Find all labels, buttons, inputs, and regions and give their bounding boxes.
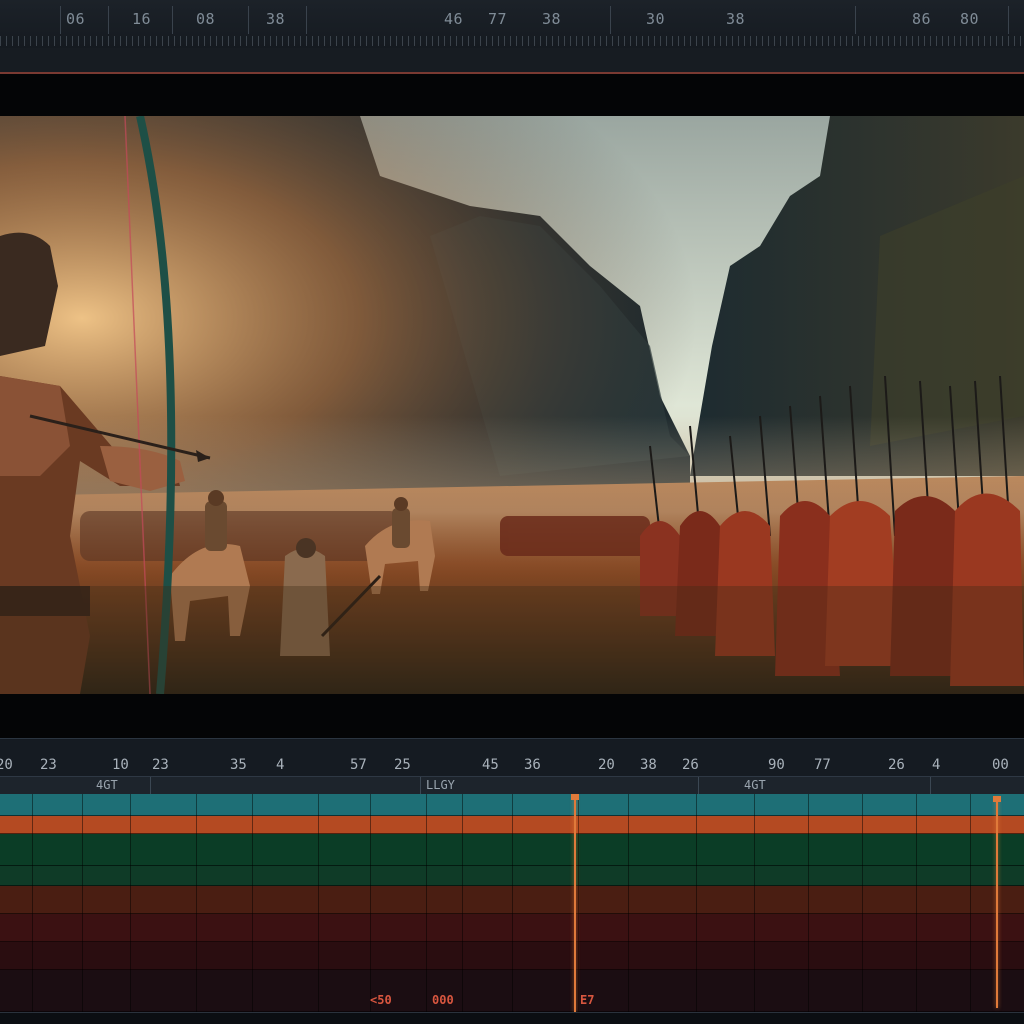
track-brown[interactable] [0,886,1024,914]
timeline-track-header: 4GT LLGY 4GT [0,776,1024,796]
ruler-number: 77 [488,10,508,28]
track-orange[interactable] [0,816,1024,834]
playhead-handle[interactable] [571,794,579,800]
top-scrub-strip[interactable] [0,48,1024,74]
clip-marker[interactable]: <50 [370,993,392,1007]
ruler-divider [108,6,109,34]
video-preview[interactable] [0,116,1024,694]
top-timecode-ruler[interactable]: 06 16 08 38 46 77 38 30 38 86 80 [0,0,1024,49]
timeline-ruler-number: 26 [888,757,905,773]
ruler-number: 80 [960,10,980,28]
ruler-divider [172,6,173,34]
out-point-marker[interactable] [993,796,1001,1008]
track-dark[interactable] [0,970,1024,1012]
track-teal[interactable] [0,794,1024,816]
viewer-letterbox-top [0,74,1024,116]
preview-frame-image [0,116,1024,694]
ruler-divider [248,6,249,34]
clip-marker[interactable]: E7 [580,993,594,1007]
timeline-ruler-number: 25 [394,757,411,773]
header-divider [150,777,151,795]
track-green-1[interactable] [0,834,1024,866]
ruler-number: 86 [912,10,932,28]
header-divider [930,777,931,795]
ruler-number: 38 [266,10,286,28]
timeline-ruler-number: 23 [40,757,57,773]
ruler-divider [306,6,307,34]
ruler-number: 06 [66,10,86,28]
out-point-handle[interactable] [993,796,1001,802]
header-divider [420,777,421,795]
timeline-ruler-number: 26 [682,757,699,773]
timeline-ruler-number: 23 [152,757,169,773]
timeline-ruler-number: 20 [0,757,13,773]
timeline-ruler-number: 20 [598,757,615,773]
clip-marker[interactable]: 000 [432,993,454,1007]
header-label: 4GT [744,778,766,792]
video-editor-app: 06 16 08 38 46 77 38 30 38 86 80 20 23 1… [0,0,1024,1024]
timeline-ruler-number: 90 [768,757,785,773]
track-green-2[interactable] [0,866,1024,886]
ruler-number: 38 [726,10,746,28]
viewer-letterbox-bottom [0,694,1024,739]
timeline-ruler-number: 00 [992,757,1009,773]
ruler-number: 38 [542,10,562,28]
track-maroon-2[interactable] [0,942,1024,970]
timeline-ruler[interactable]: 20 23 10 23 35 4 57 25 45 36 20 38 26 90… [0,738,1024,777]
ruler-divider [60,6,61,34]
timeline-ruler-number: 57 [350,757,367,773]
ruler-number: 30 [646,10,666,28]
ruler-number: 46 [444,10,464,28]
timeline-tracks[interactable] [0,794,1024,1012]
ruler-divider [610,6,611,34]
ruler-number: 16 [132,10,152,28]
ruler-ticks [0,36,1024,46]
timeline-ruler-number: 4 [932,757,941,773]
timeline-ruler-number: 77 [814,757,831,773]
playhead[interactable] [571,794,579,1012]
header-label: 4GT [96,778,118,792]
ruler-divider [1008,6,1009,34]
timeline-panel[interactable]: 20 23 10 23 35 4 57 25 45 36 20 38 26 90… [0,738,1024,1024]
timeline-ruler-number: 38 [640,757,657,773]
ruler-number: 08 [196,10,216,28]
header-label: LLGY [426,778,455,792]
timeline-ruler-number: 10 [112,757,129,773]
header-divider [698,777,699,795]
ruler-divider [855,6,856,34]
timeline-ruler-number: 4 [276,757,285,773]
timeline-footer [0,1012,1024,1024]
track-maroon-1[interactable] [0,914,1024,942]
timeline-ruler-number: 35 [230,757,247,773]
timeline-ruler-number: 36 [524,757,541,773]
timeline-ruler-number: 45 [482,757,499,773]
